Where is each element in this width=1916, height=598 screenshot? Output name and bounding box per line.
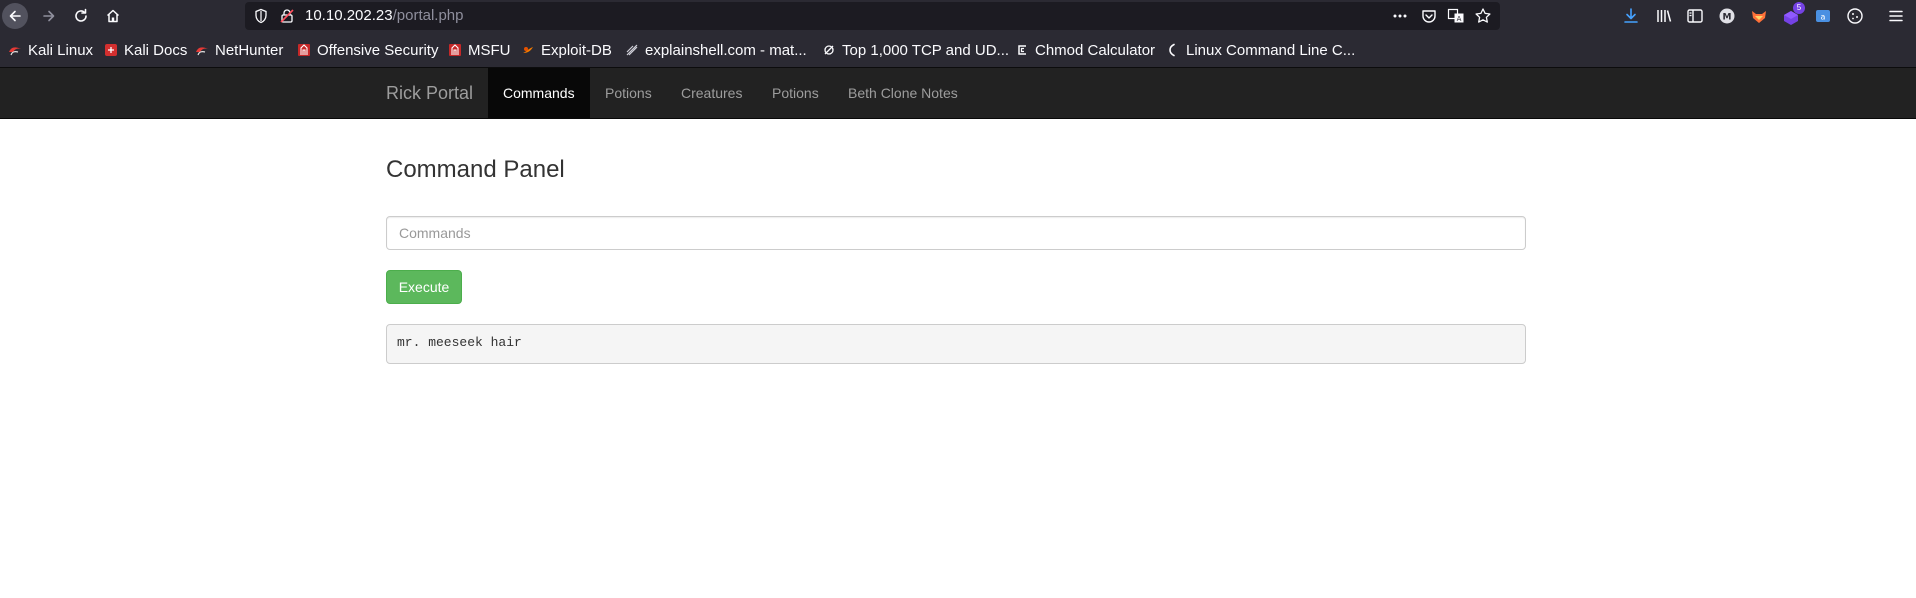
bookmark-label: Linux Command Line C... xyxy=(1186,41,1356,59)
home-button[interactable] xyxy=(100,3,126,29)
nav-item-creatures[interactable]: Creatures xyxy=(666,68,757,118)
bookmark-label: Kali Docs xyxy=(124,41,188,59)
address-bar[interactable]: 10.10.202.23/portal.php A xyxy=(245,2,1500,30)
bookmark-label: Kali Linux xyxy=(28,41,94,59)
url-text[interactable]: 10.10.202.23/portal.php xyxy=(305,7,463,24)
kali-docs-icon xyxy=(105,44,117,56)
bookmark-kali-linux[interactable]: Kali Linux xyxy=(8,41,93,59)
cookie-extension-icon[interactable] xyxy=(1846,7,1864,25)
bookmark-label: explainshell.com - mat... xyxy=(645,41,807,59)
library-icon[interactable] xyxy=(1655,7,1673,25)
bookmark-linux-command-line[interactable]: Linux Command Line C... xyxy=(1166,41,1355,59)
bookmark-offensive-security[interactable]: Offensive Security xyxy=(297,41,438,59)
bookmark-label: Chmod Calculator xyxy=(1035,41,1156,59)
offsec-icon xyxy=(298,44,310,56)
url-path: /portal.php xyxy=(392,7,464,24)
shield-icon xyxy=(255,8,267,24)
star-icon[interactable] xyxy=(1474,7,1492,25)
arrow-left-icon xyxy=(9,10,21,22)
fox-extension-icon[interactable] xyxy=(1750,7,1768,25)
translate-extension-icon[interactable]: a xyxy=(1814,7,1832,25)
page-title: Command Panel xyxy=(386,156,565,183)
downloads-icon[interactable] xyxy=(1622,7,1640,25)
extension-badge: 5 xyxy=(1793,2,1805,14)
nav-item-beth-clone-notes[interactable]: Beth Clone Notes xyxy=(833,68,973,118)
arrow-right-icon xyxy=(43,10,55,22)
forward-button[interactable] xyxy=(36,3,62,29)
command-output: mr. meeseek hair xyxy=(386,324,1526,364)
bookmark-msfu[interactable]: MSFU xyxy=(448,41,511,59)
translate-icon[interactable]: A xyxy=(1447,7,1465,25)
chmod-icon xyxy=(1018,45,1026,55)
kali-icon xyxy=(196,47,208,56)
nav-item-potions-2[interactable]: Potions xyxy=(757,68,834,118)
svg-text:A: A xyxy=(1457,15,1462,23)
back-button[interactable] xyxy=(2,3,28,29)
url-host: 10.10.202.23 xyxy=(305,7,393,24)
bookmark-label: MSFU xyxy=(468,41,511,59)
commands-input[interactable] xyxy=(386,216,1526,250)
kali-icon xyxy=(9,47,21,56)
hamburger-menu-icon[interactable] xyxy=(1887,7,1905,25)
bookmark-exploit-db[interactable]: Exploit-DB xyxy=(521,41,612,59)
bookmark-explainshell[interactable]: explainshell.com - mat... xyxy=(625,41,807,59)
bookmark-nethunter[interactable]: NetHunter xyxy=(195,41,283,59)
extension-purple[interactable]: 5 xyxy=(1782,2,1805,27)
bookmarks-toolbar: Kali Linux Kali Docs NetHunter Offensive… xyxy=(0,32,1916,68)
null-icon xyxy=(824,45,834,55)
home-icon xyxy=(106,9,120,23)
navbar-brand[interactable]: Rick Portal xyxy=(386,83,473,104)
bookmark-label: NetHunter xyxy=(215,41,284,59)
svg-text:a: a xyxy=(1821,13,1826,22)
exploit-db-icon xyxy=(523,47,533,53)
reload-button[interactable] xyxy=(68,3,94,29)
explainshell-icon xyxy=(626,44,638,56)
bookmark-chmod-calculator[interactable]: Chmod Calculator xyxy=(1015,41,1155,59)
reload-icon xyxy=(75,8,87,22)
site-navbar: Rick Portal Commands Potions Creatures P… xyxy=(0,68,1916,119)
browser-toolbar: 10.10.202.23/portal.php A M 5 a xyxy=(0,0,1916,32)
bracket-icon xyxy=(1169,43,1175,57)
nav-item-commands[interactable]: Commands xyxy=(488,68,590,118)
bookmark-kali-docs[interactable]: Kali Docs xyxy=(104,41,187,59)
bookmark-label: Exploit-DB xyxy=(541,41,612,59)
bookmark-top-1000[interactable]: Top 1,000 TCP and UD... xyxy=(822,41,1009,59)
insecure-lock-icon xyxy=(280,9,294,23)
svg-text:M: M xyxy=(1723,13,1732,23)
execute-button[interactable]: Execute xyxy=(386,270,462,304)
offsec-icon xyxy=(449,44,461,56)
page-actions-icon[interactable] xyxy=(1391,7,1409,25)
nav-item-potions[interactable]: Potions xyxy=(590,68,667,118)
account-m-icon[interactable]: M xyxy=(1718,7,1736,25)
sidebar-icon[interactable] xyxy=(1686,7,1704,25)
bookmark-label: Top 1,000 TCP and UD... xyxy=(842,41,1010,59)
pocket-icon[interactable] xyxy=(1420,7,1438,25)
bookmark-label: Offensive Security xyxy=(317,41,439,59)
